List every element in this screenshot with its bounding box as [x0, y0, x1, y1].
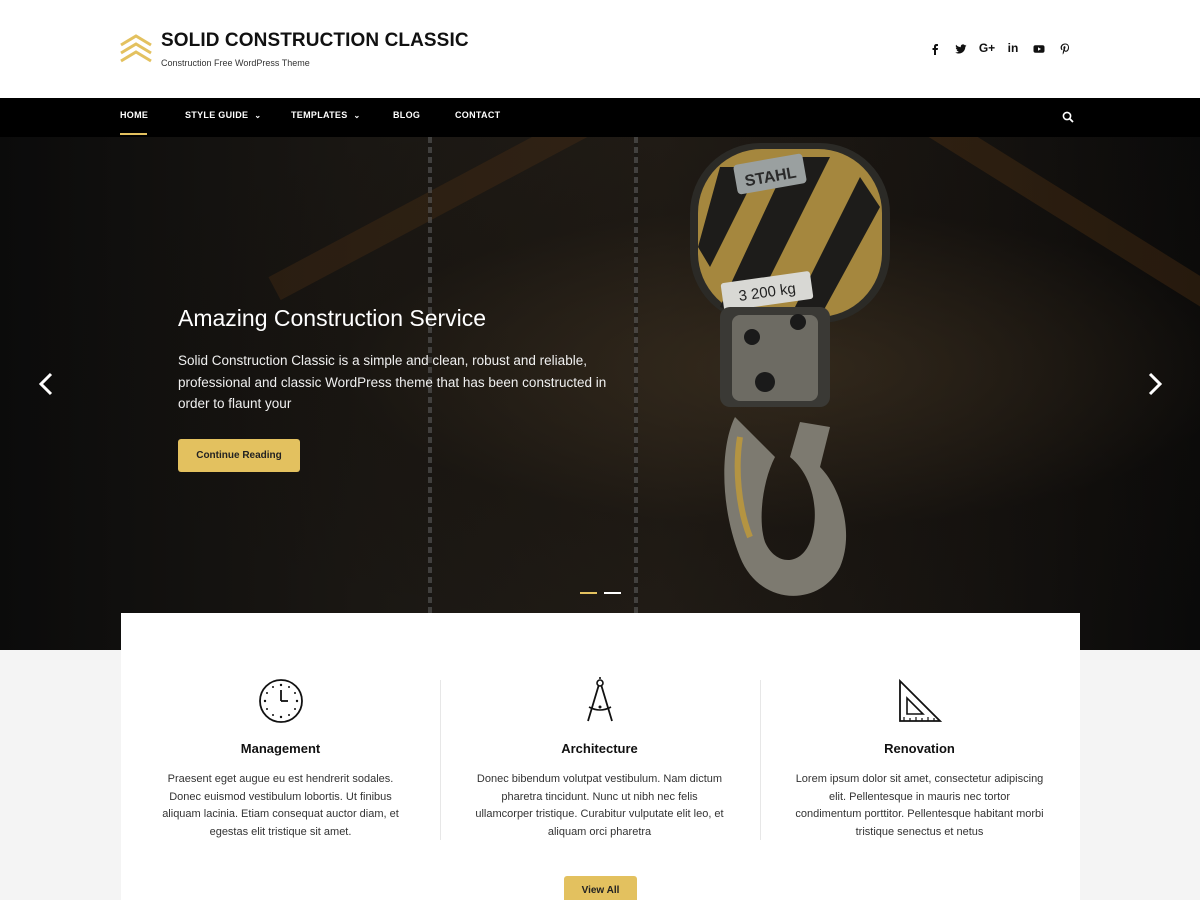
social-links: G+ in [922, 40, 1078, 56]
site-title[interactable]: SOLID CONSTRUCTION CLASSIC [161, 30, 469, 52]
slider-dot-2[interactable] [604, 592, 621, 594]
slider-prev-arrow-icon[interactable] [36, 369, 56, 399]
service-text: Praesent eget augue eu est hendrerit sod… [162, 773, 399, 839]
service-card: Architecture Donec bibendum volutpat ves… [440, 613, 759, 900]
nav-templates-label: TEMPLATES [291, 110, 348, 120]
logo-chevrons-icon[interactable] [119, 33, 153, 65]
service-card: Management Praesent eget augue eu est he… [121, 613, 440, 900]
view-all-button[interactable]: View All [564, 876, 637, 900]
service-title: Architecture [561, 741, 638, 756]
pinterest-icon[interactable] [1052, 40, 1078, 56]
hero-slider: STAHL 3 200 kg Amazing Construction Serv… [0, 137, 1200, 650]
slider-dot-1[interactable] [580, 592, 597, 594]
main-nav: HOME STYLE GUIDE ⌄ TEMPLATES ⌄ BLOG CONTAC… [0, 98, 1200, 137]
slider-next-arrow-icon[interactable] [1145, 369, 1165, 399]
continue-reading-button[interactable]: Continue Reading [178, 439, 300, 472]
services-section: Management Praesent eget augue eu est he… [121, 613, 1080, 900]
nav-templates[interactable]: TEMPLATES ⌄ [291, 110, 361, 120]
background-chain [634, 137, 638, 650]
search-icon[interactable] [1062, 111, 1074, 123]
service-title: Management [240, 741, 321, 756]
background-beam [268, 137, 652, 301]
set-square-icon [898, 678, 942, 722]
youtube-icon[interactable] [1026, 40, 1052, 56]
hero-text: Solid Construction Classic is a simple a… [178, 353, 607, 411]
google-plus-icon[interactable]: G+ [974, 40, 1000, 56]
chevron-down-icon: ⌄ [353, 111, 361, 120]
compass-icon [586, 677, 613, 722]
background-beam [885, 137, 1200, 333]
linkedin-icon[interactable]: in [1000, 40, 1026, 56]
service-text: Lorem ipsum dolor sit amet, consectetur … [795, 773, 1044, 839]
clock-icon [258, 679, 303, 723]
nav-active-indicator [120, 133, 147, 135]
nav-style-guide-label: STYLE GUIDE [185, 110, 249, 120]
site-tagline: Construction Free WordPress Theme [161, 58, 310, 68]
hero-title: Amazing Construction Service [178, 305, 487, 331]
nav-home[interactable]: HOME [120, 110, 148, 120]
service-text: Donec bibendum volutpat vestibulum. Nam … [475, 773, 724, 839]
service-card: Renovation Lorem ipsum dolor sit amet, c… [760, 613, 1079, 900]
service-title: Renovation [884, 741, 955, 756]
crane-hook-image: STAHL 3 200 kg [690, 143, 890, 596]
nav-contact[interactable]: CONTACT [455, 110, 500, 120]
site-header: SOLID CONSTRUCTION CLASSIC Construction … [0, 0, 1200, 98]
slider-pagination [580, 592, 621, 594]
nav-blog[interactable]: BLOG [393, 110, 420, 120]
nav-style-guide[interactable]: STYLE GUIDE ⌄ [185, 110, 261, 120]
twitter-icon[interactable] [948, 40, 974, 56]
facebook-icon[interactable] [922, 40, 948, 56]
chevron-down-icon: ⌄ [254, 111, 262, 120]
